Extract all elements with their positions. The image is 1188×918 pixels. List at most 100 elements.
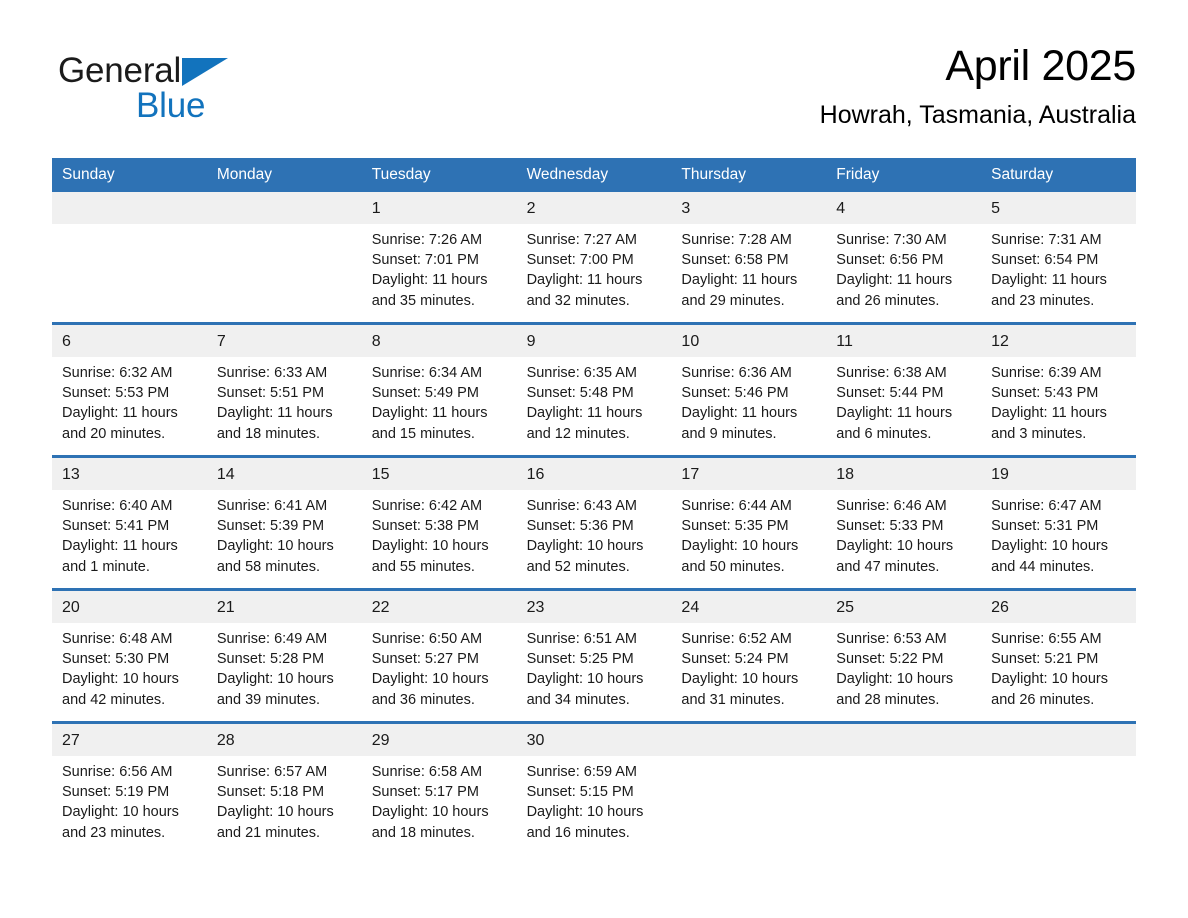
day-number-28[interactable]: 28	[207, 724, 362, 756]
day-cell-12[interactable]: Sunrise: 6:39 AM Sunset: 5:43 PM Dayligh…	[981, 357, 1136, 455]
general-blue-logo[interactable]: General Blue	[58, 50, 318, 130]
day-cell-5[interactable]: Sunrise: 7:31 AM Sunset: 6:54 PM Dayligh…	[981, 224, 1136, 322]
sun-info-text: Sunrise: 6:34 AM Sunset: 5:49 PM Dayligh…	[371, 365, 488, 442]
day-cell-16[interactable]: Sunrise: 6:43 AM Sunset: 5:36 PM Dayligh…	[517, 490, 672, 588]
day-cell-9[interactable]: Sunrise: 6:35 AM Sunset: 5:48 PM Dayligh…	[517, 357, 672, 455]
sun-info-text: Sunrise: 6:53 AM Sunset: 5:22 PM Dayligh…	[836, 631, 954, 708]
day-cell-empty	[981, 756, 1136, 854]
day-number-19[interactable]: 19	[981, 458, 1136, 490]
day-number-7[interactable]: 7	[207, 325, 362, 357]
day-number-15[interactable]: 15	[362, 458, 517, 490]
calendar-week-row: 1 2 3 4 5 Sunrise: 7:26 AM Sunset: 7:01 PM Da…	[52, 192, 1136, 322]
day-cell-14[interactable]: Sunrise: 6:41 AM Sunset: 5:39 PM Dayligh…	[207, 490, 362, 588]
day-number-21[interactable]: 21	[207, 591, 362, 623]
logo-word-general: General	[58, 51, 182, 90]
day-cell-13[interactable]: Sunrise: 6:40 AM Sunset: 5:41 PM Dayligh…	[52, 490, 207, 588]
day-number-4[interactable]: 4	[826, 192, 981, 224]
day-number-25[interactable]: 25	[826, 591, 981, 623]
day-number-5[interactable]: 5	[981, 192, 1136, 224]
calendar-week-row: 27 28 29 30 Sunrise: 6:56 AM Sunset: 5:19 PM…	[52, 721, 1136, 854]
day-cell-4[interactable]: Sunrise: 7:30 AM Sunset: 6:56 PM Dayligh…	[826, 224, 981, 322]
sun-info-text: Sunrise: 6:33 AM Sunset: 5:51 PM Dayligh…	[216, 365, 333, 442]
day-number-2[interactable]: 2	[517, 192, 672, 224]
day-number-26[interactable]: 26	[981, 591, 1136, 623]
day-number-8[interactable]: 8	[362, 325, 517, 357]
day-number-20[interactable]: 20	[52, 591, 207, 623]
weekday-header-wednesday: Wednesday	[526, 166, 609, 183]
calendar-grid: Sunday Monday Tuesday Wednesday Thursday Frid…	[52, 158, 1136, 854]
day-cell-24[interactable]: Sunrise: 6:52 AM Sunset: 5:24 PM Dayligh…	[671, 623, 826, 721]
week-daynumber-band: 20 21 22 23 24 25 26	[52, 591, 1136, 623]
sun-info-text: Sunrise: 6:49 AM Sunset: 5:28 PM Dayligh…	[216, 631, 334, 708]
day-cell-27[interactable]: Sunrise: 6:56 AM Sunset: 5:19 PM Dayligh…	[52, 756, 207, 854]
sun-info-text: Sunrise: 6:42 AM Sunset: 5:38 PM Dayligh…	[371, 498, 489, 575]
day-cell-17[interactable]: Sunrise: 6:44 AM Sunset: 5:35 PM Dayligh…	[671, 490, 826, 588]
day-cell-20[interactable]: Sunrise: 6:48 AM Sunset: 5:30 PM Dayligh…	[52, 623, 207, 721]
day-cell-19[interactable]: Sunrise: 6:47 AM Sunset: 5:31 PM Dayligh…	[981, 490, 1136, 588]
day-cell-7[interactable]: Sunrise: 6:33 AM Sunset: 5:51 PM Dayligh…	[207, 357, 362, 455]
logo-top-line: General	[58, 50, 318, 92]
day-cell-11[interactable]: Sunrise: 6:38 AM Sunset: 5:44 PM Dayligh…	[826, 357, 981, 455]
day-cell-18[interactable]: Sunrise: 6:46 AM Sunset: 5:33 PM Dayligh…	[826, 490, 981, 588]
day-number-13[interactable]: 13	[52, 458, 207, 490]
day-cell-empty	[207, 224, 362, 322]
day-number-18[interactable]: 18	[826, 458, 981, 490]
day-number-16[interactable]: 16	[517, 458, 672, 490]
sun-info-text: Sunrise: 6:56 AM Sunset: 5:19 PM Dayligh…	[62, 764, 179, 841]
sun-info-text: Sunrise: 6:38 AM Sunset: 5:44 PM Dayligh…	[836, 365, 953, 442]
calendar-week-row: 13 14 15 16 17 18 19 Sunrise: 6:40 AM Sunset: 5…	[52, 455, 1136, 588]
day-number-empty	[671, 724, 826, 756]
sun-info-text: Sunrise: 6:55 AM Sunset: 5:21 PM Dayligh…	[991, 631, 1109, 708]
day-number-22[interactable]: 22	[362, 591, 517, 623]
title-block: April 2025 Howrah, Tasmania, Australia	[819, 40, 1137, 130]
day-cell-3[interactable]: Sunrise: 7:28 AM Sunset: 6:58 PM Dayligh…	[671, 224, 826, 322]
day-number-6[interactable]: 6	[52, 325, 207, 357]
day-number-29[interactable]: 29	[362, 724, 517, 756]
day-number-27[interactable]: 27	[52, 724, 207, 756]
day-cell-empty	[826, 756, 981, 854]
week-detail-band: Sunrise: 6:48 AM Sunset: 5:30 PM Dayligh…	[52, 623, 1136, 721]
day-cell-30[interactable]: Sunrise: 6:59 AM Sunset: 5:15 PM Dayligh…	[517, 756, 672, 854]
day-number-1[interactable]: 1	[362, 192, 517, 224]
day-number-3[interactable]: 3	[671, 192, 826, 224]
day-number-empty	[826, 724, 981, 756]
sun-info-text: Sunrise: 6:59 AM Sunset: 5:15 PM Dayligh…	[526, 764, 644, 841]
sun-info-text: Sunrise: 6:57 AM Sunset: 5:18 PM Dayligh…	[216, 764, 334, 841]
day-number-12[interactable]: 12	[981, 325, 1136, 357]
day-cell-8[interactable]: Sunrise: 6:34 AM Sunset: 5:49 PM Dayligh…	[362, 357, 517, 455]
day-cell-1[interactable]: Sunrise: 7:26 AM Sunset: 7:01 PM Dayligh…	[362, 224, 517, 322]
day-cell-2[interactable]: Sunrise: 7:27 AM Sunset: 7:00 PM Dayligh…	[517, 224, 672, 322]
calendar-week-row: 20 21 22 23 24 25 26 Sunrise: 6:48 AM Sunset: 5…	[52, 588, 1136, 721]
day-number-17[interactable]: 17	[671, 458, 826, 490]
sun-info-text: Sunrise: 6:39 AM Sunset: 5:43 PM Dayligh…	[991, 365, 1107, 442]
sun-info-text: Sunrise: 6:35 AM Sunset: 5:48 PM Dayligh…	[526, 365, 643, 442]
day-cell-28[interactable]: Sunrise: 6:57 AM Sunset: 5:18 PM Dayligh…	[207, 756, 362, 854]
day-number-30[interactable]: 30	[517, 724, 672, 756]
day-cell-21[interactable]: Sunrise: 6:49 AM Sunset: 5:28 PM Dayligh…	[207, 623, 362, 721]
day-number-11[interactable]: 11	[826, 325, 981, 357]
sun-info-text: Sunrise: 6:36 AM Sunset: 5:46 PM Dayligh…	[681, 365, 798, 442]
day-cell-25[interactable]: Sunrise: 6:53 AM Sunset: 5:22 PM Dayligh…	[826, 623, 981, 721]
logo-triangle-icon	[182, 58, 229, 103]
week-daynumber-band: 13 14 15 16 17 18 19	[52, 458, 1136, 490]
day-cell-6[interactable]: Sunrise: 6:32 AM Sunset: 5:53 PM Dayligh…	[52, 357, 207, 455]
location-subtitle: Howrah, Tasmania, Australia	[819, 101, 1136, 129]
weekday-header-monday: Monday	[216, 166, 272, 183]
day-number-empty	[207, 192, 362, 224]
day-cell-empty	[671, 756, 826, 854]
day-number-14[interactable]: 14	[207, 458, 362, 490]
day-number-10[interactable]: 10	[671, 325, 826, 357]
day-cell-29[interactable]: Sunrise: 6:58 AM Sunset: 5:17 PM Dayligh…	[362, 756, 517, 854]
sun-info-text: Sunrise: 6:43 AM Sunset: 5:36 PM Dayligh…	[526, 498, 644, 575]
day-cell-10[interactable]: Sunrise: 6:36 AM Sunset: 5:46 PM Dayligh…	[671, 357, 826, 455]
week-detail-band: Sunrise: 6:40 AM Sunset: 5:41 PM Dayligh…	[52, 490, 1136, 588]
day-number-23[interactable]: 23	[517, 591, 672, 623]
day-number-9[interactable]: 9	[517, 325, 672, 357]
day-cell-26[interactable]: Sunrise: 6:55 AM Sunset: 5:21 PM Dayligh…	[981, 623, 1136, 721]
day-cell-22[interactable]: Sunrise: 6:50 AM Sunset: 5:27 PM Dayligh…	[362, 623, 517, 721]
day-cell-23[interactable]: Sunrise: 6:51 AM Sunset: 5:25 PM Dayligh…	[517, 623, 672, 721]
day-cell-15[interactable]: Sunrise: 6:42 AM Sunset: 5:38 PM Dayligh…	[362, 490, 517, 588]
day-number-24[interactable]: 24	[671, 591, 826, 623]
sun-info-text: Sunrise: 6:50 AM Sunset: 5:27 PM Dayligh…	[371, 631, 489, 708]
sun-info-text: Sunrise: 7:28 AM Sunset: 6:58 PM Dayligh…	[681, 232, 798, 309]
